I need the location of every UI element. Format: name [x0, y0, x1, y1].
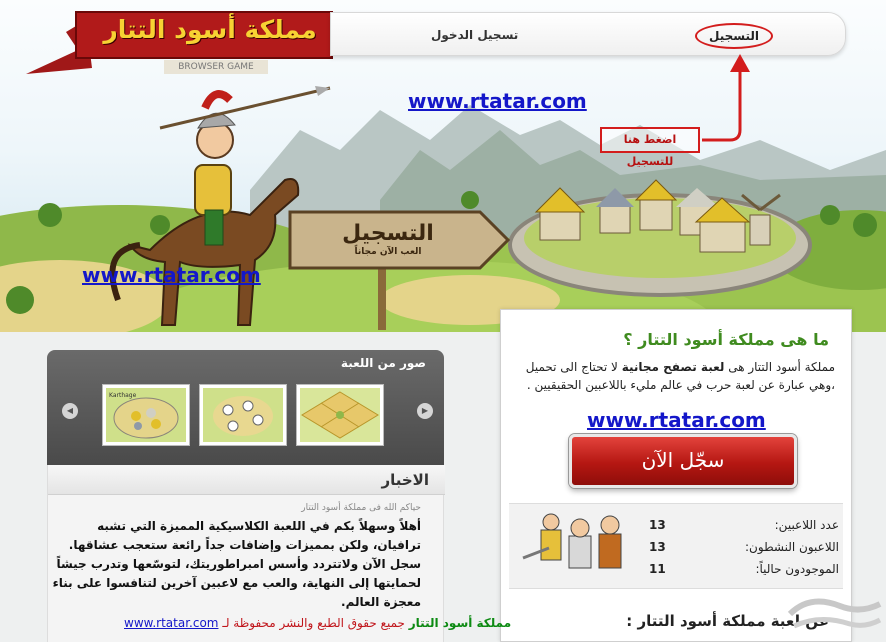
gallery-thumbnail[interactable]	[199, 384, 287, 446]
stat-row: الموجودون حالياً: 11	[649, 562, 839, 582]
stat-row: عدد اللاعبين: 13	[649, 518, 839, 538]
stat-label: عدد اللاعبين:	[774, 518, 839, 532]
logo-tagline: BROWSER GAME	[164, 60, 268, 74]
stat-label: الموجودون حالياً:	[755, 562, 839, 576]
world-map-thumbnail	[300, 388, 380, 442]
thumbnail-caption: Karthage	[109, 392, 137, 399]
footer-copyright: جميع حقوق الطبع والنشر محفوظة لـ	[222, 616, 405, 630]
gallery-thumbnail[interactable]: Karthage	[102, 384, 190, 446]
watermark-logo	[787, 598, 882, 629]
hero-banner: مملكة أسود التتار BROWSER GAME تسجيل الد…	[0, 0, 886, 332]
site-logo[interactable]: مملكة أسود التتار	[86, 15, 334, 44]
stat-label: اللاعبون النشطون:	[745, 540, 839, 554]
click-here-register-note[interactable]: اضغط هنا للتسجيل	[600, 127, 700, 168]
annotation-arrow-icon	[702, 54, 750, 142]
about-text-bold: لعبة تصفح مجانية	[621, 360, 725, 374]
news-title: الاخبار	[381, 471, 429, 489]
stat-value: 13	[649, 540, 666, 554]
warriors-icon	[522, 513, 622, 569]
sign-register-title[interactable]: التسجيل	[328, 221, 448, 246]
gallery-thumbnail[interactable]	[296, 384, 384, 446]
screenshots-gallery: صور من اللعبة ◀ ▶ Karthage	[47, 350, 444, 465]
footer-url[interactable]: www.rtatar.com	[124, 616, 218, 630]
news-greeting: حياكم الله فى مملكة أسود التتار	[301, 503, 421, 513]
about-text-prefix: مملكة أسود التتار هى	[724, 360, 835, 374]
register-now-button[interactable]: سجّل الآن	[569, 434, 797, 488]
gallery-next-button[interactable]: ▶	[417, 403, 433, 419]
nav-register-link[interactable]: التسجيل	[695, 23, 773, 49]
village-map-thumbnail: Karthage	[106, 388, 186, 442]
gallery-title: صور من اللعبة	[340, 356, 426, 370]
footer: www.rtatar.com مملكة أسود التتار جميع حق…	[124, 616, 511, 630]
site-url-panel[interactable]: www.rtatar.com	[587, 408, 766, 432]
nav-login-link[interactable]: تسجيل الدخول	[431, 28, 518, 42]
gallery-prev-button[interactable]: ◀	[62, 403, 78, 419]
news-body: أهلاً وسهلاً بكم في اللعبة الكلاسيكية ال…	[52, 519, 421, 609]
about-text: مملكة أسود التتار هى لعبة تصفح مجانية لا…	[513, 358, 835, 394]
sign-play-free: العب الآن مجاناً	[354, 247, 422, 257]
about-title: ما هى مملكة أسود التتار ؟	[623, 330, 829, 349]
site-url-top[interactable]: www.rtatar.com	[408, 89, 587, 113]
player-stats: عدد اللاعبين: 13 اللاعبون النشطون: 13 ال…	[509, 503, 843, 589]
news-header: الاخبار	[48, 465, 445, 495]
stat-value: 13	[649, 518, 666, 532]
fields-map-thumbnail	[203, 388, 283, 442]
site-url-left[interactable]: www.rtatar.com	[82, 263, 261, 287]
footer-site-name: مملكة أسود التتار	[408, 616, 512, 630]
stat-row: اللاعبون النشطون: 13	[649, 540, 839, 560]
stat-value: 11	[649, 562, 666, 576]
